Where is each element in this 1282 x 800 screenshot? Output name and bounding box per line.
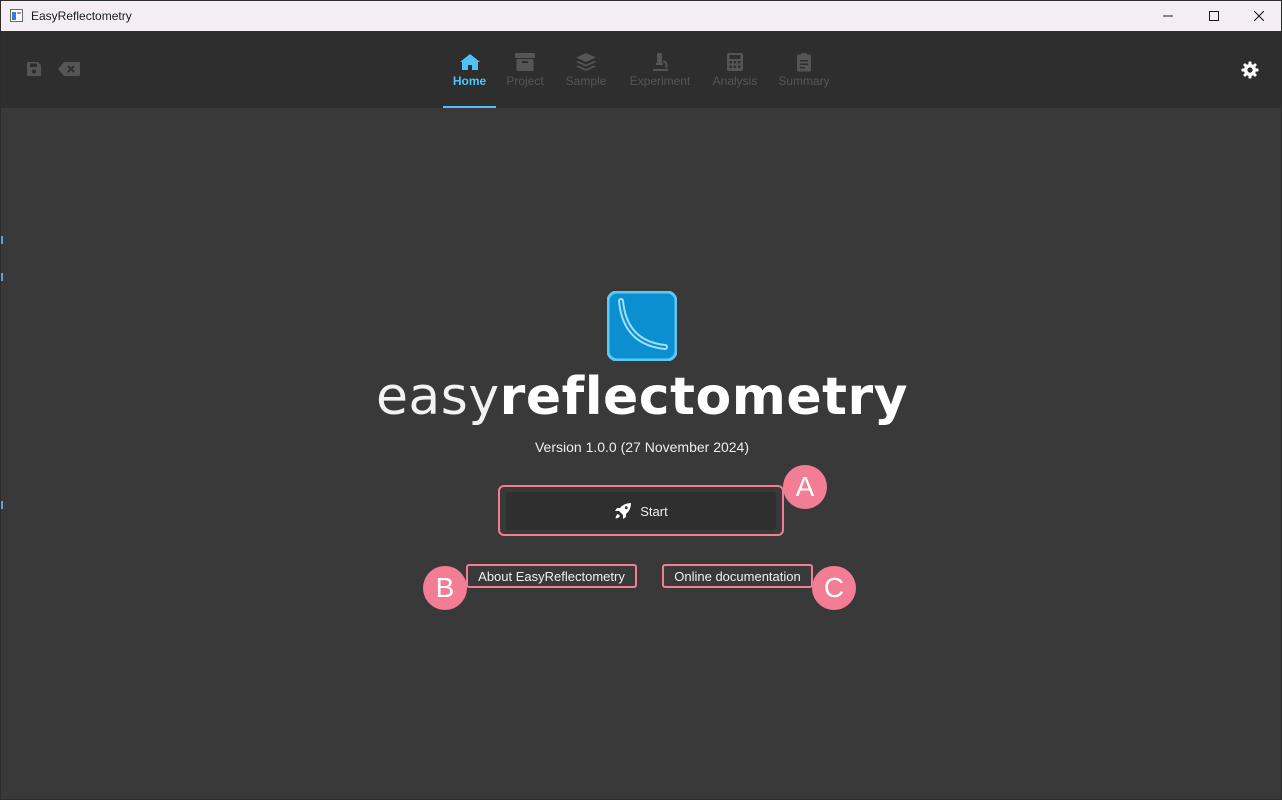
tab-home[interactable]: Home	[443, 31, 496, 108]
calculator-icon	[724, 51, 746, 73]
tab-sample[interactable]: Sample	[561, 31, 611, 108]
tab-experiment[interactable]: Experiment	[623, 31, 697, 108]
tab-project[interactable]: Project	[501, 31, 549, 108]
brand-wordmark: easyreflectometry	[1, 367, 1282, 427]
annotation-marker-a: A	[783, 465, 827, 509]
clipboard-icon	[793, 51, 815, 73]
tab-analysis[interactable]: Analysis	[709, 31, 761, 108]
title-bar: EasyReflectometry	[1, 1, 1281, 31]
rocket-icon	[615, 503, 632, 519]
main-toolbar: Home Project Sample Experiment Analysis …	[1, 31, 1281, 108]
settings-button[interactable]	[1241, 61, 1259, 79]
tab-summary-label: Summary	[778, 74, 830, 88]
version-label: Version 1.0.0 (27 November 2024)	[534, 439, 749, 455]
layers-icon	[575, 51, 597, 73]
app-window: EasyReflectometry Home Project Sample Ex…	[0, 0, 1282, 800]
window-edge-mark	[1, 273, 3, 281]
online-documentation-link[interactable]: Online documentation	[662, 564, 813, 588]
tab-sample-label: Sample	[565, 74, 607, 88]
app-icon	[10, 9, 23, 22]
maximize-icon	[1209, 11, 1219, 21]
minimize-icon	[1163, 15, 1173, 17]
tab-project-label: Project	[506, 74, 544, 88]
gear-icon	[1241, 61, 1259, 79]
close-icon	[1254, 11, 1264, 21]
brand-bold: reflectometry	[499, 367, 909, 427]
save-project-button[interactable]	[25, 60, 43, 78]
maximize-button[interactable]	[1191, 1, 1237, 31]
start-button[interactable]: Start	[506, 492, 776, 530]
tab-home-label: Home	[452, 74, 487, 88]
microscope-icon	[649, 51, 671, 73]
reset-button[interactable]	[57, 60, 81, 78]
annotation-marker-b: B	[423, 566, 467, 610]
window-edge-mark	[1, 236, 3, 244]
minimize-button[interactable]	[1145, 1, 1191, 31]
annotation-marker-c: C	[812, 566, 856, 610]
backspace-icon	[58, 62, 80, 76]
archive-icon	[514, 51, 536, 73]
window-title: EasyReflectometry	[31, 9, 132, 23]
close-button[interactable]	[1236, 1, 1282, 31]
tab-analysis-label: Analysis	[712, 74, 758, 88]
app-logo	[606, 290, 678, 362]
start-button-label: Start	[640, 503, 668, 519]
brand-light: easy	[375, 367, 500, 427]
home-icon	[459, 51, 481, 73]
floppy-disk-icon	[27, 62, 41, 76]
about-link[interactable]: About EasyReflectometry	[466, 564, 637, 588]
tab-summary[interactable]: Summary	[774, 31, 834, 108]
tab-experiment-label: Experiment	[629, 74, 691, 88]
window-edge-mark	[1, 501, 3, 509]
